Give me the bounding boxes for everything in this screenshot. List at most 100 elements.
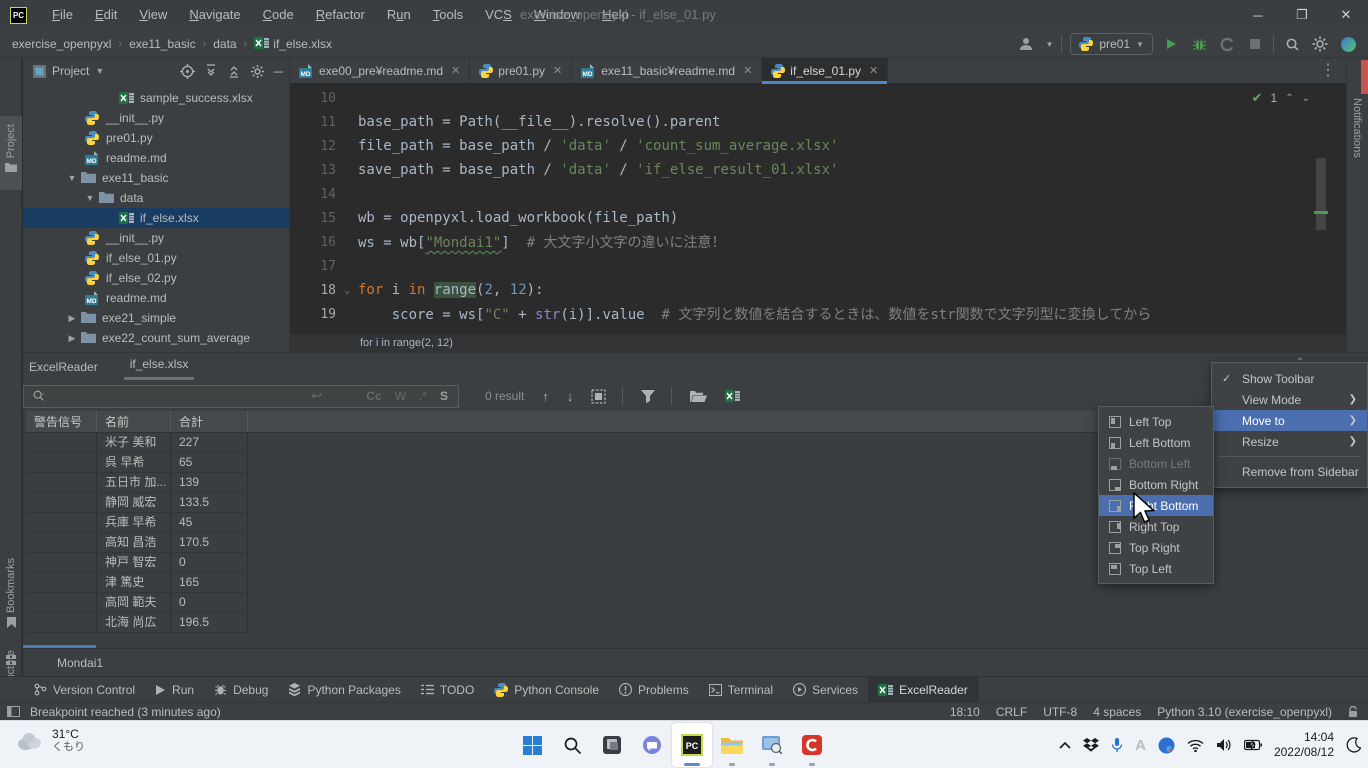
filter-icon[interactable] <box>641 390 655 403</box>
menu-item-resize[interactable]: Resize❯ <box>1212 431 1367 452</box>
fold-marker-icon[interactable]: ⌄ <box>336 285 358 296</box>
tree-item-exe21_simple[interactable]: ▶exe21_simple <box>23 308 290 328</box>
close-button[interactable]: ✕ <box>1324 0 1368 30</box>
breadcrumb-item[interactable]: exe11_basic <box>129 37 196 51</box>
tool-window-button-version-control[interactable]: Version Control <box>24 677 145 703</box>
tree-item-exe11_basic[interactable]: ▼exe11_basic <box>23 168 290 188</box>
tab-close-icon[interactable]: ✕ <box>743 64 752 77</box>
chevron-down-icon[interactable]: ▼ <box>85 193 95 203</box>
tool-stripe-bookmarks[interactable]: Bookmarks <box>0 558 22 628</box>
submenu-item-top-right[interactable]: Top Right <box>1099 537 1213 558</box>
taskbar-explorer[interactable] <box>712 723 752 767</box>
maximize-button[interactable]: ❐ <box>1280 0 1324 30</box>
chevron-right-icon[interactable]: ▶ <box>67 333 77 344</box>
menu-view[interactable]: View <box>128 0 178 30</box>
run-configuration-select[interactable]: pre01 ▼ <box>1070 33 1153 55</box>
table-row[interactable]: 米子 美和227 <box>26 433 248 453</box>
tree-item-if_else.xlsx[interactable]: if_else.xlsx <box>23 208 290 228</box>
excel-file-icon[interactable] <box>725 389 740 403</box>
code-editor[interactable]: 1011base_path = Path(__file__).resolve()… <box>290 86 1332 333</box>
submenu-item-top-left[interactable]: Top Left <box>1099 558 1213 579</box>
status-message[interactable]: Breakpoint reached (3 minutes ago) <box>30 705 221 719</box>
debug-button[interactable] <box>1189 34 1209 54</box>
tool-window-button-todo[interactable]: TODO <box>411 677 484 703</box>
profiler-button[interactable] <box>1217 34 1237 54</box>
tree-item-sample_success.xlsx[interactable]: sample_success.xlsx <box>23 88 290 108</box>
tab-close-icon[interactable]: ✕ <box>869 64 878 77</box>
menu-file[interactable]: File <box>41 0 84 30</box>
search-option-w[interactable]: W <box>395 389 406 403</box>
tree-item-__init__.py[interactable]: __init__.py <box>23 108 290 128</box>
run-button[interactable] <box>1161 34 1181 54</box>
taskbar-windows-start[interactable] <box>512 723 552 767</box>
search-option-cc[interactable]: Cc <box>366 389 381 403</box>
line-number[interactable]: 13 <box>290 163 336 178</box>
table-row[interactable]: 津 篤史165 <box>26 573 248 593</box>
column-header-2[interactable]: 合計 <box>171 411 248 432</box>
column-header-0[interactable]: 警告信号 <box>26 411 97 432</box>
tool-window-button-debug[interactable]: Debug <box>204 677 278 703</box>
line-ending[interactable]: CRLF <box>996 705 1027 719</box>
tool-window-button-python-packages[interactable]: Python Packages <box>278 677 410 703</box>
layout-icon[interactable] <box>7 706 20 717</box>
menu-item-move-to[interactable]: Move to❯ <box>1212 410 1367 431</box>
editor-tab-pre01.py[interactable]: pre01.py✕ <box>470 58 572 83</box>
menu-refactor[interactable]: Refactor <box>305 0 376 30</box>
collapse-all-icon[interactable] <box>227 64 241 78</box>
taskbar-task-view[interactable] <box>592 723 632 767</box>
line-number[interactable]: 12 <box>290 139 336 154</box>
tool-window-button-python-console[interactable]: Python Console <box>484 677 609 703</box>
user-icon[interactable] <box>1017 34 1037 54</box>
line-number[interactable]: 10 <box>290 91 336 106</box>
chevron-right-icon[interactable]: ▶ <box>67 313 77 324</box>
menu-run[interactable]: Run <box>376 0 422 30</box>
tree-item-__init__.py[interactable]: __init__.py <box>23 228 290 248</box>
tool-window-button-terminal[interactable]: Terminal <box>699 677 783 703</box>
taskbar-pycharm[interactable]: PC <box>672 723 712 767</box>
tool-stripe-notifications[interactable]: Notifications <box>1351 98 1363 163</box>
wifi-icon[interactable] <box>1187 739 1204 752</box>
microphone-icon[interactable] <box>1111 737 1123 753</box>
battery-icon[interactable] <box>1244 739 1262 751</box>
ime-mode-icon[interactable]: A <box>1135 737 1146 754</box>
tab-list-more-icon[interactable]: ⋮ <box>1310 58 1346 83</box>
night-mode-moon-icon[interactable] <box>1346 737 1362 753</box>
line-number[interactable]: 15 <box>290 211 336 226</box>
tool-window-button-services[interactable]: Services <box>783 677 868 703</box>
next-problem-icon[interactable]: ⌄ <box>1302 93 1310 104</box>
taskbar-camtasia[interactable] <box>792 723 832 767</box>
sheet-tab-mondai1[interactable]: Mondai1 <box>57 656 103 670</box>
search-everywhere-icon[interactable] <box>1282 34 1302 54</box>
python-interpreter[interactable]: Python 3.10 (exercise_openpyxl) <box>1157 705 1332 719</box>
menu-item-show-toolbar[interactable]: ✓Show Toolbar <box>1212 368 1367 389</box>
tree-item-data[interactable]: ▼data <box>23 188 290 208</box>
hide-panel-icon[interactable]: ─ <box>274 64 283 79</box>
table-row[interactable]: 高知 昌浩170.5 <box>26 533 248 553</box>
tool-window-button-run[interactable]: Run <box>145 677 204 703</box>
settings-gear-icon[interactable] <box>1310 34 1330 54</box>
tool-window-button-excelreader[interactable]: ExcelReader <box>868 677 978 703</box>
taskbar-snipping[interactable] <box>752 723 792 767</box>
line-number[interactable]: 11 <box>290 115 336 130</box>
menu-item-remove-from-sidebar[interactable]: Remove from Sidebar <box>1212 461 1367 482</box>
table-row[interactable]: 静岡 威宏133.5 <box>26 493 248 513</box>
tool-stripe-project[interactable]: Project <box>0 116 22 190</box>
table-row[interactable]: 呉 早希65 <box>26 453 248 473</box>
caret-position[interactable]: 18:10 <box>950 705 980 719</box>
submenu-item-left-bottom[interactable]: Left Bottom <box>1099 432 1213 453</box>
editor-scrollbar[interactable] <box>1316 158 1326 230</box>
table-row[interactable]: 神戸 智宏0 <box>26 553 248 573</box>
sheet-list-icon[interactable] <box>6 655 17 666</box>
inspections-widget[interactable]: ✔ 1 ⌃ ⌄ <box>1252 90 1310 106</box>
tab-close-icon[interactable]: ✕ <box>553 64 562 77</box>
tree-item-if_else_01.py[interactable]: if_else_01.py <box>23 248 290 268</box>
file-encoding[interactable]: UTF-8 <box>1043 705 1077 719</box>
table-row[interactable]: 兵庫 早希45 <box>26 513 248 533</box>
indent-setting[interactable]: 4 spaces <box>1093 705 1141 719</box>
menu-code[interactable]: Code <box>252 0 305 30</box>
search-input[interactable]: ↩ CcW.*S <box>23 385 459 408</box>
editor-tab-if_else_01.py[interactable]: if_else_01.py✕ <box>762 58 888 83</box>
line-number[interactable]: 14 <box>290 187 336 202</box>
tool-window-button-problems[interactable]: Problems <box>609 677 699 703</box>
tree-item-exe22_count_sum_average[interactable]: ▶exe22_count_sum_average <box>23 328 290 348</box>
